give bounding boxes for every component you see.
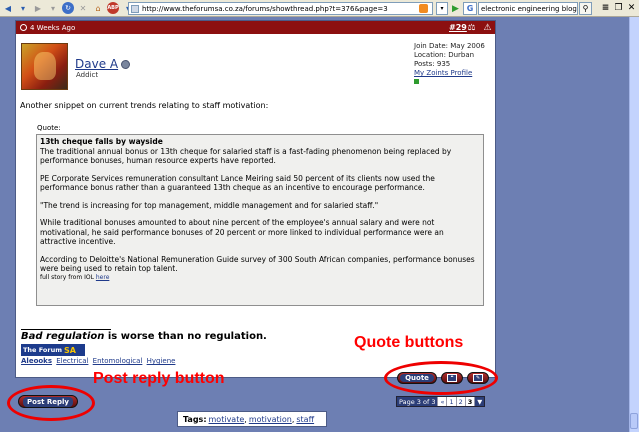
signature-divider [21,329,111,330]
page-2-link[interactable]: 2 [456,397,466,406]
signature-text: Bad regulation is worse than no regulati… [21,331,267,342]
quote-source: full story from IOL here [40,274,480,282]
address-dropdown-icon[interactable]: ▾ [436,2,448,15]
page-1-link[interactable]: 1 [447,397,457,406]
quote-paragraph-3: "The trend is increasing for top managem… [40,200,379,210]
tags-label: Tags: [183,414,207,424]
forward-dropdown-icon[interactable]: ▾ [47,2,59,14]
signature-link-aleooks[interactable]: Aleooks [21,357,52,365]
page-first-link[interactable]: « [438,397,448,406]
scales-icon[interactable]: ⚖ [466,22,477,33]
username-link[interactable]: Dave A [75,57,131,71]
signature-links: Aleooks Electrical Entomological Hygiene [21,357,177,365]
reload-icon[interactable]: ↻ [62,2,74,14]
quote-label: Quote: [37,124,61,132]
annotation-oval-post-reply [7,385,95,421]
zoints-bar [414,79,419,84]
join-date: Join Date: May 2006 [414,42,485,50]
post-time: 4 Weeks Ago [30,23,76,32]
annotation-quote-buttons: Quote buttons [354,334,464,351]
post-count: Posts: 935 [414,60,451,68]
back-dropdown-icon[interactable]: ▾ [17,2,29,14]
go-icon[interactable]: ▶ [450,2,461,15]
forum-post: 4 Weeks Ago #29 ⚖ ⚠ Dave A Addict Join D… [15,20,496,378]
tag-motivation[interactable]: motivation [249,415,292,424]
scrollbar-thumb[interactable] [630,413,638,429]
quote-source-text: full story from IOL [40,273,94,281]
quote-title: 13th cheque falls by wayside [40,137,163,146]
signature-link-entomological[interactable]: Entomological [93,357,143,365]
quote-source-link[interactable]: here [96,274,110,281]
quote-box: 13th cheque falls by wayside The traditi… [36,134,484,306]
search-engine-icon[interactable]: G [463,2,477,15]
quote-paragraph-4: While traditional bonuses amounted to ab… [40,218,444,246]
post-number-link[interactable]: #29 [449,23,467,32]
forward-icon[interactable]: ▶ [32,2,44,14]
tag-staff[interactable]: staff [296,415,314,424]
forum-logo[interactable]: The Forum SA [21,344,85,356]
address-bar[interactable]: http://www.theforumsa.co.za/forums/showt… [128,2,433,15]
post-body-text: Another snippet on current trends relati… [20,101,269,110]
annotation-post-reply: Post reply button [93,370,225,387]
quote-paragraph-5: According to Deloitte's National Remuner… [40,254,475,274]
url-text: http://www.theforumsa.co.za/forums/showt… [142,4,388,13]
avatar [21,43,68,90]
forum-logo-sa: SA [63,345,76,355]
menu-icon[interactable]: ≡ [600,2,611,14]
search-icon[interactable]: ⚲ [579,2,592,15]
annotation-oval-quote-buttons [384,361,498,395]
page-scrollbar[interactable] [629,17,639,432]
offline-status-icon [121,59,131,69]
signature-link-electrical[interactable]: Electrical [56,357,88,365]
adblock-icon[interactable]: ABP [107,2,119,14]
search-input[interactable]: electronic engineering blog [478,2,578,15]
forum-logo-text: The Forum [23,346,62,354]
restore-icon[interactable]: ❐ [613,2,624,14]
rss-icon[interactable] [419,4,428,13]
page-menu-dropdown-icon[interactable]: ▼ [475,397,485,406]
tag-motivate[interactable]: motivate [209,415,245,424]
quote-paragraph-2: PE Corporate Services remuneration consu… [40,173,435,193]
close-icon[interactable]: ✕ [626,2,637,14]
page-count-label: Page 3 of 3 [397,397,439,406]
home-icon[interactable]: ⌂ [92,2,104,14]
page-3-current: 3 [465,397,476,406]
user-info: Join Date: May 2006 Location: Durban Pos… [414,42,485,84]
user-title: Addict [76,71,99,79]
username-text[interactable]: Dave A [75,57,118,71]
post-header: 4 Weeks Ago #29 ⚖ ⚠ [16,21,495,34]
tags-box: Tags: motivate, motivation, staff [177,411,327,427]
stop-icon[interactable]: ✕ [77,2,89,14]
signature-link-hygiene[interactable]: Hygiene [147,357,176,365]
clock-icon [20,24,27,31]
report-icon[interactable]: ⚠ [482,22,493,33]
quote-paragraph-1: The traditional annual bonus or 13th che… [40,146,452,166]
zoints-profile-link[interactable]: My Zoints Profile [414,69,485,78]
favicon-icon [131,4,139,13]
signature-emphasis: Bad regulation [21,331,105,342]
location: Location: Durban [414,51,475,59]
page-navigation: Page 3 of 3 « 1 2 3 ▼ [396,396,486,407]
signature-rest: is worse than no regulation. [104,331,267,342]
back-icon[interactable]: ◀ [2,2,14,14]
